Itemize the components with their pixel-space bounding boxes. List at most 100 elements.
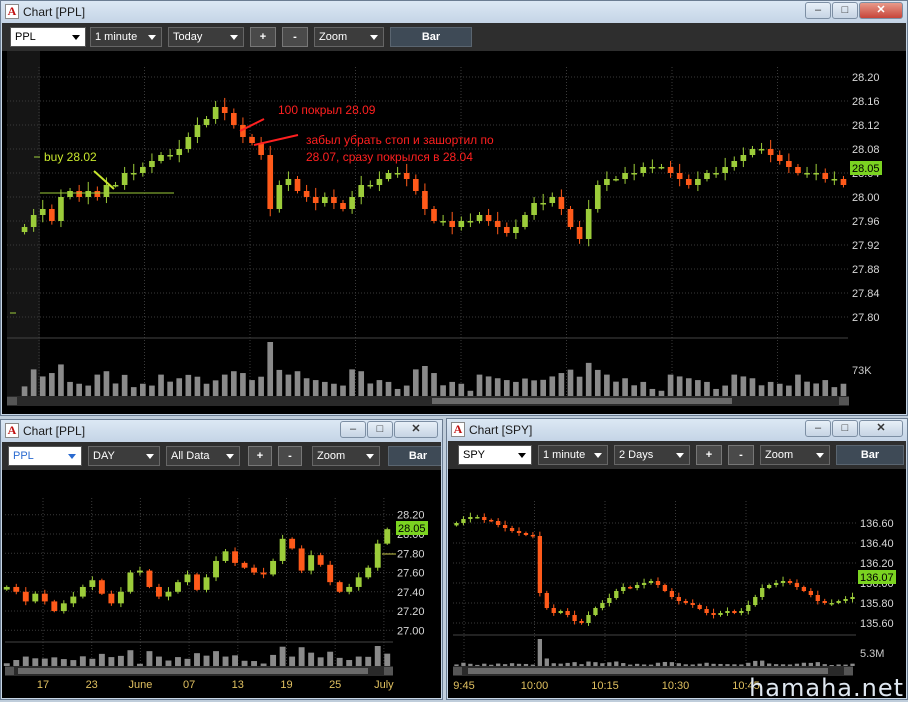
volume-bar (648, 664, 654, 666)
zoom-in-button[interactable]: + (248, 446, 272, 466)
interval-select[interactable]: 1 minute (538, 445, 608, 465)
scroll-right-arrow[interactable] (384, 667, 393, 675)
volume-bar (614, 661, 619, 666)
symbol-select[interactable]: PPL (8, 446, 82, 466)
volume-bar (30, 369, 37, 396)
volume-bar (551, 663, 556, 666)
maximize-button[interactable]: □ (367, 421, 393, 438)
price-tick-label: 28.08 (852, 144, 880, 156)
volume-bar (367, 383, 374, 396)
volume-bar (94, 374, 101, 396)
time-tick-label: 17 (37, 679, 49, 691)
volume-bar (289, 656, 296, 666)
minimize-button[interactable]: – (805, 420, 831, 437)
candle-body (51, 601, 58, 612)
title-bar[interactable]: A Chart [SPY] – □ ✕ (447, 419, 907, 441)
zoom-select[interactable]: Zoom (760, 445, 830, 465)
candle-body (540, 203, 547, 205)
candle-body (822, 173, 829, 179)
candle-body (279, 538, 286, 561)
time-tick-label: 23 (86, 679, 98, 691)
interval-select[interactable]: 1 minute (90, 27, 162, 47)
zoom-in-button[interactable]: + (250, 27, 276, 47)
intraday-chart[interactable]: buy 28.02 100 покрыл 28.09 забыл убрать … (2, 51, 906, 414)
maximize-button[interactable]: □ (832, 420, 858, 437)
close-button[interactable]: ✕ (859, 2, 903, 19)
candle-body (579, 621, 584, 623)
volume-bar (165, 660, 172, 666)
volume-bar (203, 383, 210, 396)
minimize-button[interactable]: – (340, 421, 366, 438)
scroll-right-arrow[interactable] (839, 397, 849, 405)
minimize-button[interactable]: – (805, 2, 831, 19)
candle-body (655, 581, 661, 585)
candle-body (146, 570, 153, 587)
close-button[interactable]: ✕ (859, 420, 903, 437)
watermark-text: hamaha.net (749, 674, 904, 702)
candle-body (725, 611, 730, 613)
candle-body (158, 155, 164, 161)
title-bar[interactable]: A Chart [PPL] – □ ✕ (1, 420, 442, 442)
zoom-select[interactable]: Zoom (314, 27, 384, 47)
candle-body (260, 572, 267, 575)
candle-body (112, 185, 119, 187)
range-select[interactable]: 2 Days (614, 445, 690, 465)
zoom-out-button[interactable]: - (278, 446, 302, 466)
volume-bar (621, 663, 626, 666)
symbol-select[interactable]: SPY (458, 445, 532, 465)
candle-body (349, 197, 355, 209)
candle-body (489, 520, 494, 522)
bar-type-button[interactable]: Bar (388, 446, 441, 466)
title-bar[interactable]: A Chart [PPL] – □ ✕ (1, 1, 907, 23)
maximize-button[interactable]: □ (832, 2, 858, 19)
candle-body (628, 587, 633, 589)
volume-bar (622, 378, 628, 396)
volume-bar (475, 664, 480, 666)
volume-bar (516, 663, 522, 666)
volume-bar (604, 374, 610, 396)
volume-bar (711, 663, 716, 666)
zoom-select[interactable]: Zoom (312, 446, 380, 466)
candle-body (494, 221, 501, 227)
volume-bar (544, 658, 549, 666)
scroll-thumb[interactable] (18, 668, 368, 674)
zoom-out-button[interactable]: - (728, 445, 754, 465)
candle-body (294, 179, 301, 191)
candle-body (312, 197, 319, 203)
spy-chart[interactable]: 136.60136.40136.20136.00135.80135.60 136… (448, 469, 906, 698)
bar-type-button[interactable]: Bar (390, 27, 472, 47)
volume-bar (607, 662, 612, 666)
candle-body (251, 567, 258, 573)
candle-body (203, 119, 210, 125)
volume-bar (482, 663, 487, 666)
candle-body (130, 173, 137, 175)
candle-body (780, 581, 786, 583)
zoom-in-button[interactable]: + (696, 445, 722, 465)
scroll-thumb[interactable] (432, 398, 732, 404)
candle-body (711, 613, 716, 615)
zoom-out-button[interactable]: - (282, 27, 308, 47)
daily-chart[interactable]: 28.2028.0027.8027.6027.4027.2027.00 28.0… (2, 470, 441, 698)
bar-type-button[interactable]: Bar (836, 445, 904, 465)
interval-select[interactable]: DAY (88, 446, 160, 466)
volume-bar (103, 371, 110, 396)
candle-body (482, 517, 487, 520)
last-price-label: 28.05 (852, 163, 880, 175)
close-button[interactable]: ✕ (394, 421, 438, 438)
toolbar: PPL 1 minute Today + - Zoom Bar (2, 23, 906, 51)
volume-bar (613, 381, 619, 396)
volume-bar (185, 374, 192, 396)
range-select[interactable]: All Data (166, 446, 240, 466)
volume-bar (502, 664, 508, 666)
candle-body (621, 587, 626, 591)
scroll-left-arrow[interactable] (5, 667, 14, 675)
scroll-left-arrow[interactable] (7, 397, 17, 405)
range-select[interactable]: Today (168, 27, 244, 47)
scroll-left-arrow[interactable] (453, 667, 462, 675)
price-tick-label: 27.40 (397, 587, 425, 599)
symbol-select[interactable]: PPL (10, 27, 86, 47)
candle-body (21, 227, 28, 233)
chart-window-ppl-daily: A Chart [PPL] – □ ✕ PPL DAY All Data + -… (0, 419, 443, 700)
candle-body (749, 149, 756, 155)
candle-body (184, 574, 191, 583)
